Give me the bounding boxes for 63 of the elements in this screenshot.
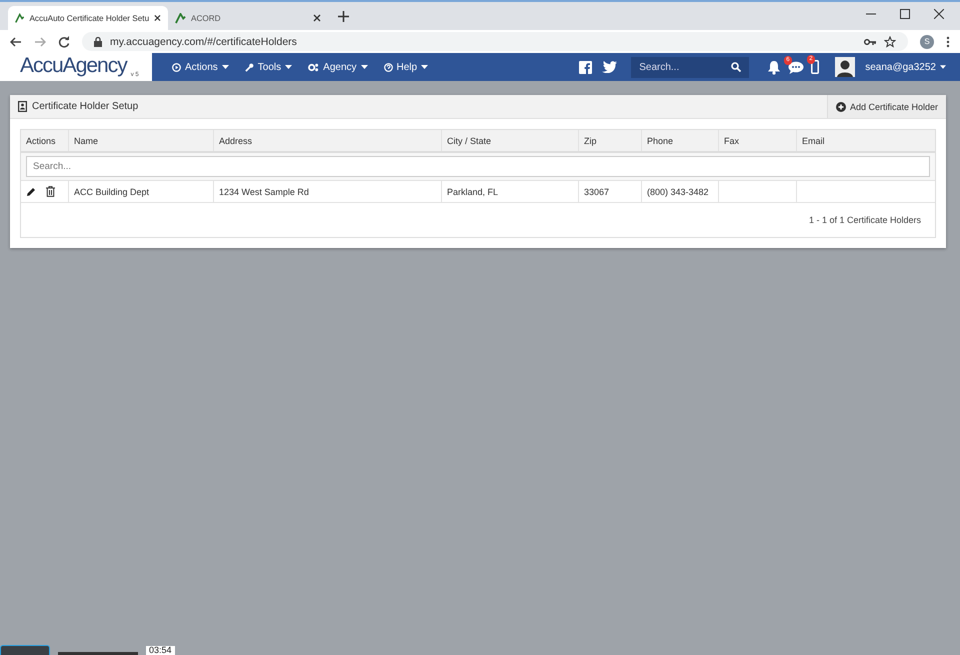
- browser-tab[interactable]: AccuAuto Certificate Holder Setu: [8, 6, 168, 30]
- avatar-icon[interactable]: [835, 57, 856, 77]
- browser-tab[interactable]: ACORD: [168, 6, 328, 30]
- table-cell: 33067: [579, 181, 642, 202]
- column-header[interactable]: Name: [69, 130, 214, 151]
- chat-icon[interactable]: [788, 60, 804, 74]
- search-icon[interactable]: [731, 62, 742, 72]
- caret-icon: [360, 65, 368, 69]
- contact-card-icon: [18, 101, 27, 112]
- logo-icon: [175, 12, 186, 24]
- panel-title: Certificate Holder Setup: [32, 101, 138, 112]
- column-header[interactable]: Fax: [719, 130, 797, 151]
- caret-icon: [222, 65, 229, 69]
- search-field[interactable]: Search...: [26, 156, 930, 177]
- caret-icon: [940, 65, 946, 69]
- column-header[interactable]: Email: [797, 130, 935, 151]
- address-bar[interactable]: my.accuagency.com/#/certificateHolders: [82, 32, 908, 51]
- caret-icon: [421, 65, 428, 69]
- back-icon[interactable]: [10, 36, 22, 48]
- lock-icon: [94, 36, 102, 46]
- close-icon[interactable]: [313, 14, 321, 22]
- facebook-icon[interactable]: [579, 60, 592, 74]
- app-logo[interactable]: AccuAgency: [20, 54, 127, 78]
- nav-menu[interactable]: Tools: [238, 62, 298, 72]
- nav-menu[interactable]: Agency: [302, 62, 374, 72]
- play-icon: [172, 62, 181, 72]
- caret-icon: [285, 65, 292, 69]
- menu-icon[interactable]: [946, 36, 950, 48]
- column-header[interactable]: Address: [214, 130, 442, 151]
- column-header[interactable]: Zip: [579, 130, 642, 151]
- player-control[interactable]: [0, 645, 50, 655]
- record-count: 1 - 1 of 1 Certificate Holders: [808, 215, 921, 225]
- plus-circle-icon: [836, 102, 846, 112]
- column-header[interactable]: Phone: [642, 130, 719, 151]
- pencil-icon[interactable]: [26, 186, 36, 196]
- search-field[interactable]: Search...: [631, 56, 750, 78]
- close-icon[interactable]: [934, 9, 944, 19]
- table-cell: (800) 343-3482: [642, 181, 719, 202]
- bird-icon[interactable]: [602, 61, 618, 73]
- plus-icon[interactable]: [338, 10, 349, 22]
- maximize-icon[interactable]: [900, 9, 910, 19]
- gears-icon: [308, 62, 320, 72]
- nav-menu[interactable]: Help: [378, 62, 434, 72]
- reload-icon[interactable]: [58, 36, 70, 48]
- wrench-icon: [244, 62, 254, 72]
- bell-icon[interactable]: [767, 60, 782, 74]
- close-icon[interactable]: [154, 14, 161, 22]
- user-menu[interactable]: seana@ga3252: [859, 62, 952, 72]
- table-cell: 1234 West Sample Rd: [214, 181, 442, 202]
- logo-icon: [15, 12, 24, 24]
- help-icon: [384, 62, 393, 72]
- url-text: my.accuagency.com/#/certificateHolders: [110, 36, 297, 48]
- column-header[interactable]: City / State: [442, 130, 579, 151]
- nav-menu[interactable]: Actions: [166, 62, 235, 72]
- mobile-icon[interactable]: [811, 60, 820, 74]
- time-tooltip: 03:54: [146, 646, 175, 655]
- column-header[interactable]: Actions: [21, 130, 69, 151]
- table-cell: ACC Building Dept: [69, 181, 214, 202]
- key-icon[interactable]: [864, 38, 876, 46]
- table-cell: Parkland, FL: [442, 181, 579, 202]
- star-icon[interactable]: [884, 36, 896, 48]
- trash-icon[interactable]: [46, 186, 55, 197]
- add-button[interactable]: Add Certificate Holder: [826, 95, 946, 118]
